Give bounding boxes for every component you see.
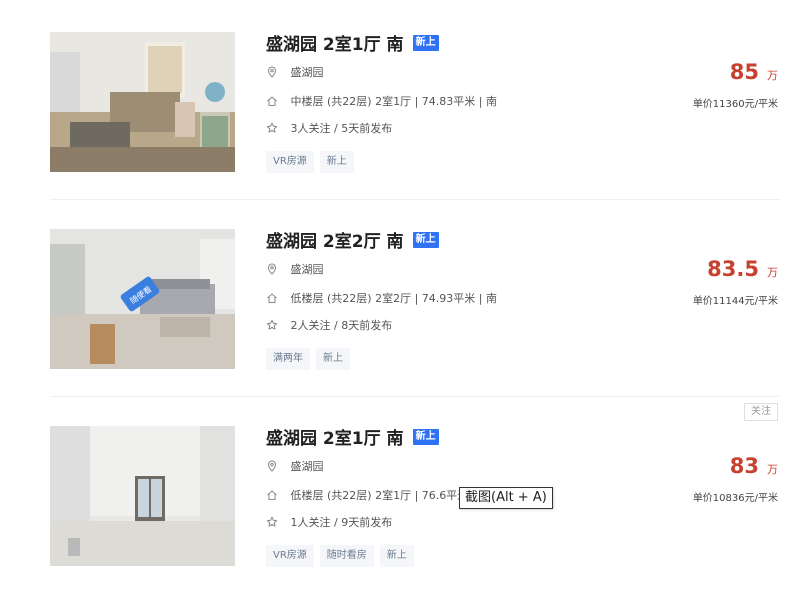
community-link[interactable]: 盛湖园 xyxy=(291,66,324,79)
community-link[interactable]: 盛湖园 xyxy=(291,460,324,473)
house-info: 中楼层 (共22层) 2室1厅 | 74.83平米 | 南 xyxy=(290,95,497,108)
tag-new: 新上 xyxy=(379,545,414,567)
follow-info: 2人关注 / 8天前发布 xyxy=(290,319,393,332)
follow-button[interactable]: 关注 xyxy=(744,403,778,421)
follow-info: 1人关注 / 9天前发布 xyxy=(290,516,393,529)
listing-card[interactable]: 关注 盛湖园 2室1厅 南 新上 盛湖园 低楼层 (共22层) 2室1厅 | 7… xyxy=(0,394,811,591)
total-price: 83.5 xyxy=(707,257,759,281)
total-price: 85 xyxy=(729,60,759,84)
house-info: 低楼层 (共22层) 2室2厅 | 74.93平米 | 南 xyxy=(290,292,497,305)
new-badge: 新上 xyxy=(412,34,439,51)
price-unit: 万 xyxy=(767,463,778,476)
listing-title[interactable]: 盛湖园 2室1厅 南 xyxy=(266,35,404,55)
location-pin-icon xyxy=(266,66,278,78)
listing-photo[interactable] xyxy=(50,426,235,566)
listing-title[interactable]: 盛湖园 2室2厅 南 xyxy=(266,232,404,252)
house-icon xyxy=(266,489,278,501)
listing-card[interactable]: 随便看 盛湖园 2室2厅 南 新上 盛湖园 低楼层 (共22层) 2室2厅 | … xyxy=(0,197,811,394)
star-icon xyxy=(266,516,278,528)
new-badge: 新上 xyxy=(412,231,439,248)
community-link[interactable]: 盛湖园 xyxy=(291,263,324,276)
house-icon xyxy=(266,95,278,107)
star-icon xyxy=(266,319,278,331)
new-badge: 新上 xyxy=(412,428,439,445)
star-icon xyxy=(266,122,278,134)
listing-photo[interactable]: 随便看 xyxy=(50,229,235,369)
tag-two-years: 满两年 xyxy=(266,348,310,370)
house-info: 低楼层 (共22层) 2室1厅 | 76.6平米 xyxy=(290,489,469,502)
screenshot-tooltip: 截图(Alt + A) xyxy=(459,487,553,509)
tag-vr: VR房源 xyxy=(266,545,314,567)
tag-new: 新上 xyxy=(316,348,350,370)
listing-title[interactable]: 盛湖园 2室1厅 南 xyxy=(266,429,404,449)
unit-price: 单价10836元/平米 xyxy=(692,493,778,504)
total-price: 83 xyxy=(729,454,759,478)
house-icon xyxy=(266,292,278,304)
price-unit: 万 xyxy=(767,69,778,82)
tag-vr: VR房源 xyxy=(266,151,314,173)
unit-price: 单价11144元/平米 xyxy=(692,296,778,307)
listing-card[interactable]: 盛湖园 2室1厅 南 新上 盛湖园 中楼层 (共22层) 2室1厅 | 74.8… xyxy=(0,0,811,197)
location-pin-icon xyxy=(266,263,278,275)
tag-anytime-viewing: 随时看房 xyxy=(319,545,374,567)
unit-price: 单价11360元/平米 xyxy=(692,99,778,110)
listing-photo[interactable] xyxy=(50,32,235,172)
location-pin-icon xyxy=(266,460,278,472)
tag-new: 新上 xyxy=(319,151,354,173)
price-unit: 万 xyxy=(767,266,778,279)
follow-info: 3人关注 / 5天前发布 xyxy=(290,122,393,135)
